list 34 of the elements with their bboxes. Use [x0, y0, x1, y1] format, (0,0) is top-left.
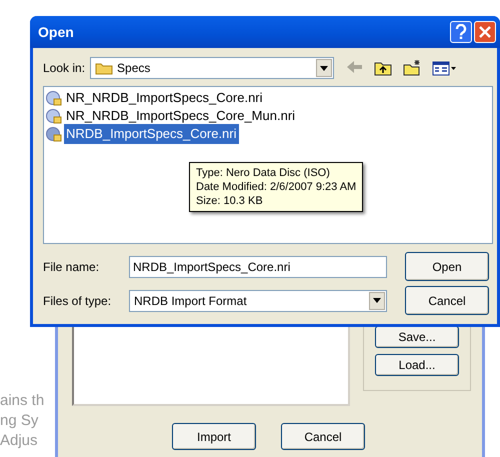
file-name-field[interactable]: NRDB_ImportSpecs_Core.nri [129, 256, 387, 278]
dialog-button[interactable]: Load... [375, 354, 459, 376]
open-button[interactable]: Open [405, 252, 489, 281]
file-type-dropdown[interactable]: NRDB Import Format [129, 290, 387, 312]
document-text: Adjus [0, 431, 39, 451]
window-title: Open [38, 22, 75, 42]
document-text: ng Sy [0, 411, 40, 431]
tooltip-text: Date Modified: 2/6/2007 9:23 AM [196, 180, 356, 194]
cancel-button[interactable]: Cancel [405, 286, 489, 315]
dialog-button[interactable]: Cancel [281, 423, 365, 450]
dialog-button[interactable]: Save... [375, 326, 459, 348]
help-button[interactable] [450, 21, 472, 43]
dialog-button[interactable]: Import [172, 423, 256, 450]
folder-dropdown[interactable]: Specs [90, 57, 334, 79]
new-folder-icon[interactable] [403, 59, 422, 77]
close-button[interactable] [474, 21, 496, 43]
field-label: File name: [43, 258, 100, 276]
folder-icon [95, 61, 114, 75]
field-label: Look in: [43, 60, 86, 77]
tooltip-text: Type: Nero Data Disc (ISO) [196, 166, 331, 180]
view-menu-icon[interactable] [432, 59, 458, 77]
file-icon [46, 90, 62, 106]
question-mark-icon [455, 24, 467, 40]
file-item[interactable]: NRDB_ImportSpecs_Core.nri [64, 124, 239, 144]
file-icon [46, 126, 62, 142]
close-icon [479, 26, 491, 38]
file-item[interactable]: NR_NRDB_ImportSpecs_Core.nri [64, 88, 265, 108]
file-icon [46, 108, 62, 124]
tooltip-text: Size: 10.3 KB [196, 194, 264, 208]
field-label: Files of type: [43, 292, 112, 310]
caret-icon [320, 66, 328, 70]
document-text: ains th [0, 391, 44, 411]
caret-icon [373, 298, 381, 303]
file-item[interactable]: NR_NRDB_ImportSpecs_Core_Mun.nri [64, 106, 298, 126]
